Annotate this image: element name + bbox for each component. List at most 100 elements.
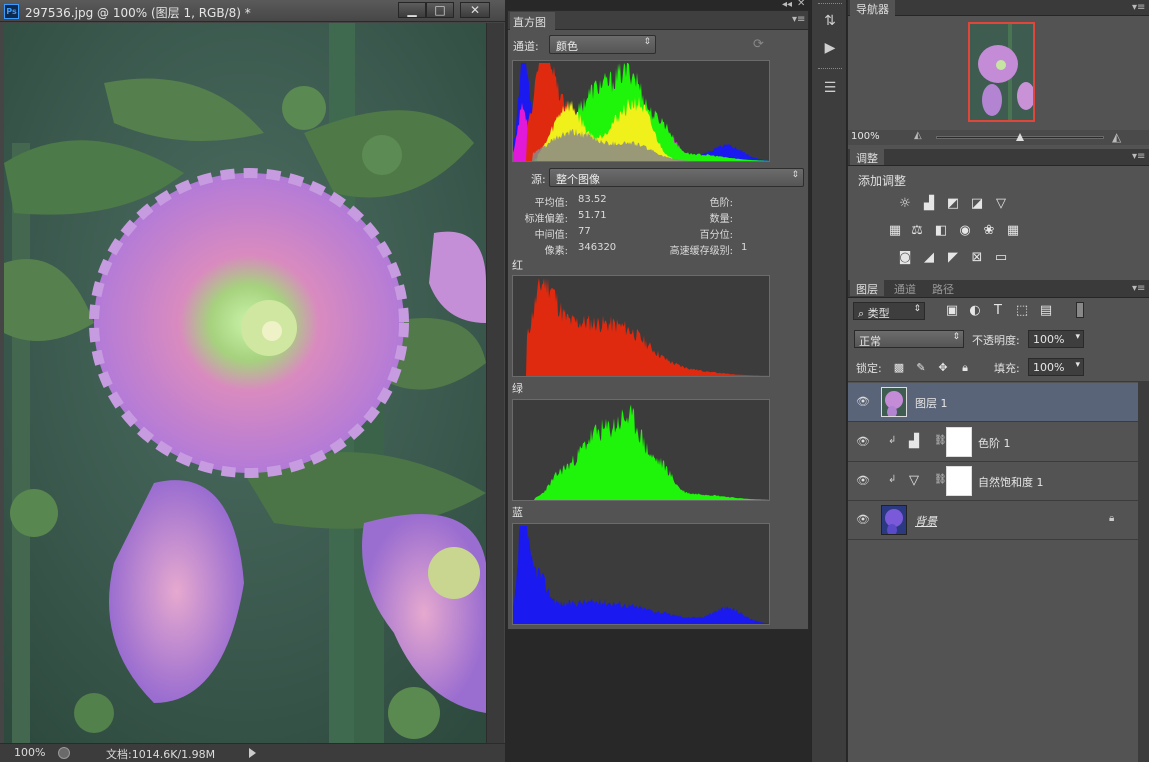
tab-channels[interactable]: 通道	[888, 280, 922, 296]
lock-icon[interactable]: 🔒︎	[1109, 513, 1114, 524]
red-channel-label: 红	[512, 259, 523, 272]
tab-layers[interactable]: 图层	[850, 280, 884, 296]
layer-name[interactable]: 色阶 1	[978, 435, 1011, 451]
tab-navigator[interactable]: 导航器	[850, 0, 895, 16]
history-brush-icon[interactable]: ⇅	[819, 10, 841, 32]
grip-icon[interactable]	[818, 68, 842, 71]
color-lookup-icon[interactable]: ▦	[1004, 223, 1022, 239]
filter-smart-object-icon[interactable]: ▤	[1037, 303, 1055, 319]
panel-menu-icon[interactable]: ▾≡	[1132, 2, 1145, 13]
layer-mask-thumbnail[interactable]	[946, 427, 972, 457]
cache-level-label: 高速缓存级别:	[669, 246, 733, 257]
layer-mask-thumbnail[interactable]	[946, 466, 972, 496]
document-title-bar[interactable]: Ps 297536.jpg @ 100% (图层 1, RGB/8) * ▁ □…	[0, 0, 505, 22]
close-button[interactable]: ✕	[460, 2, 490, 18]
black-white-icon[interactable]: ◧	[932, 223, 950, 239]
zoom-level[interactable]: 100%	[14, 746, 45, 759]
slider-thumb-icon[interactable]	[1016, 133, 1024, 141]
add-adjustment-heading: 添加调整	[858, 174, 907, 188]
posterize-icon[interactable]: ◢	[920, 250, 938, 266]
fill-field[interactable]: 100% ▾	[1028, 358, 1084, 376]
play-action-icon[interactable]: ▶	[819, 37, 841, 59]
link-chain-icon[interactable]: ⛓︎	[934, 474, 947, 485]
source-select[interactable]: 整个图像 ⇕	[549, 168, 804, 187]
filter-toggle-switch[interactable]	[1076, 302, 1084, 318]
layer-name[interactable]: 自然饱和度 1	[978, 474, 1044, 490]
status-icon[interactable]	[58, 747, 70, 759]
color-balance-icon[interactable]: ⚖	[908, 223, 926, 239]
visibility-eye-icon[interactable]: 👁︎	[856, 513, 870, 526]
panel-menu-icon[interactable]: ▾≡	[1132, 283, 1145, 294]
vertical-scrollbar[interactable]	[486, 23, 504, 743]
lock-image-icon[interactable]: ✎	[912, 360, 930, 376]
cache-level-value: 1	[741, 242, 748, 253]
filter-type-icon[interactable]: T	[989, 303, 1007, 319]
properties-icon[interactable]: ☰	[819, 77, 841, 99]
panel-menu-icon[interactable]: ▾≡	[1132, 151, 1145, 162]
panel-close-icon[interactable]: ✕	[797, 0, 805, 9]
status-menu-arrow-icon[interactable]	[249, 748, 256, 758]
levels-icon[interactable]: ▟	[920, 196, 938, 212]
layers-scrollbar[interactable]	[1138, 381, 1149, 762]
zoom-out-icon[interactable]: ◭	[914, 130, 922, 141]
panel-menu-icon[interactable]: ▾≡	[792, 14, 805, 25]
red-channel-area	[513, 278, 769, 376]
visibility-eye-icon[interactable]: 👁︎	[856, 395, 870, 408]
channel-mixer-icon[interactable]: ❀	[980, 223, 998, 239]
selective-color-icon[interactable]: ⊠	[968, 250, 986, 266]
filter-adjustment-icon[interactable]: ◐	[966, 303, 984, 319]
minimize-button[interactable]: ▁	[398, 2, 426, 18]
refresh-icon[interactable]: ⟳	[753, 37, 764, 52]
collapse-panels-icon[interactable]: ◂◂	[782, 0, 792, 10]
navigator-preview[interactable]	[968, 22, 1035, 122]
gradient-map-icon[interactable]: ▭	[992, 250, 1010, 266]
visibility-eye-icon[interactable]: 👁︎	[856, 435, 870, 448]
layer-row[interactable]: 👁︎ ↲ ▽ ⛓︎ 自然饱和度 1	[848, 462, 1138, 501]
layer-name[interactable]: 图层 1	[915, 395, 948, 411]
tab-histogram[interactable]: 直方图	[510, 12, 555, 30]
photo-filter-icon[interactable]: ◉	[956, 223, 974, 239]
image-canvas[interactable]	[4, 23, 486, 743]
layer-thumbnail	[881, 387, 907, 417]
visibility-eye-icon[interactable]: 👁︎	[856, 474, 870, 487]
median-label: 中间值:	[534, 230, 568, 241]
lock-position-icon[interactable]: ✥	[934, 360, 952, 376]
layer-name[interactable]: 背景	[915, 513, 937, 529]
invert-icon[interactable]: ◙	[896, 250, 914, 266]
layer-row[interactable]: 👁︎ ↲ ▟ ⛓︎ 色阶 1	[848, 423, 1138, 462]
layer-filter-value: 类型	[867, 307, 890, 320]
exposure-icon[interactable]: ◪	[968, 196, 986, 212]
channel-select[interactable]: 颜色 ⇕	[549, 35, 656, 54]
brightness-contrast-icon[interactable]: ☼	[896, 196, 914, 212]
vibrance-icon: ▽	[909, 473, 919, 488]
curves-icon[interactable]: ◩	[944, 196, 962, 212]
link-chain-icon[interactable]: ⛓︎	[934, 435, 947, 446]
std-value: 51.71	[578, 210, 607, 221]
threshold-icon[interactable]: ◤	[944, 250, 962, 266]
fill-value: 100%	[1033, 361, 1065, 374]
blue-channel-label: 蓝	[512, 506, 523, 519]
layer-row[interactable]: 👁︎ 图层 1	[848, 383, 1138, 422]
opacity-field[interactable]: 100% ▾	[1028, 330, 1084, 348]
maximize-button[interactable]: □	[426, 2, 454, 18]
dropdown-arrow-icon: ▾	[1075, 332, 1080, 342]
zoom-in-icon[interactable]: ◭	[1112, 130, 1121, 144]
filter-pixel-icon[interactable]: ▣	[943, 303, 961, 319]
lock-transparent-icon[interactable]: ▩	[890, 360, 908, 376]
grip-icon[interactable]	[818, 3, 842, 6]
pixels-label: 像素:	[544, 246, 568, 257]
vibrance-icon[interactable]: ▽	[992, 196, 1010, 212]
blend-mode-select[interactable]: 正常 ⇕	[854, 330, 964, 348]
filter-shape-icon[interactable]: ⬚	[1013, 303, 1031, 319]
mean-value: 83.52	[578, 194, 607, 205]
dropdown-arrow-icon: ▾	[1075, 360, 1080, 370]
navigator-zoom-value[interactable]: 100%	[851, 131, 880, 142]
tab-adjustments[interactable]: 调整	[850, 149, 884, 165]
lock-all-icon[interactable]: 🔒︎	[956, 360, 974, 376]
layer-row[interactable]: 👁︎ 背景 🔒︎	[848, 501, 1138, 540]
layer-filter-select[interactable]: ⌕ 类型 ⇕	[853, 302, 925, 320]
tab-paths[interactable]: 路径	[926, 280, 960, 296]
select-arrows-icon: ⇕	[952, 332, 960, 342]
hue-saturation-icon[interactable]: ▦	[886, 223, 904, 239]
median-value: 77	[578, 226, 591, 237]
